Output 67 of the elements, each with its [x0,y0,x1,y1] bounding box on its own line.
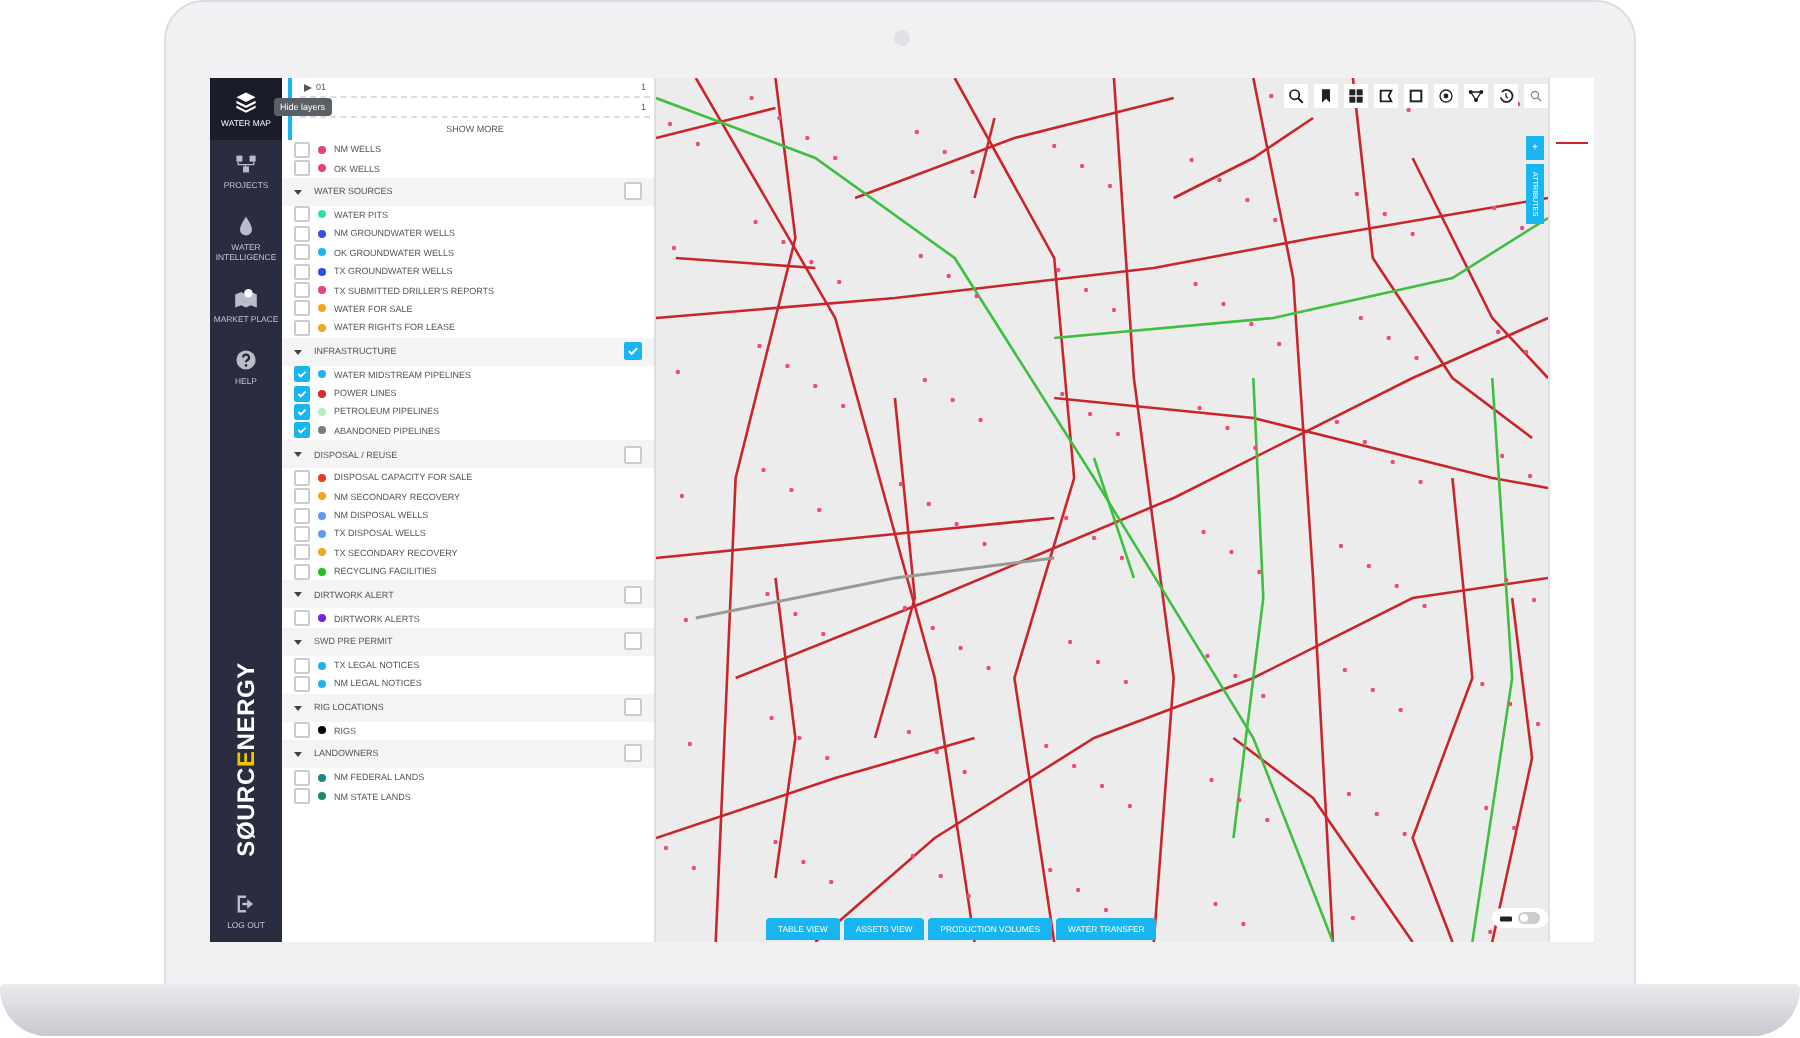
caret-icon [304,83,312,91]
section-checkbox[interactable] [624,585,642,604]
search-icon [1530,90,1542,102]
layer-checkbox[interactable] [294,366,310,383]
help-icon [234,348,258,373]
section-checkbox[interactable] [624,632,642,651]
layer-checkbox[interactable] [294,507,310,524]
map-tool-button[interactable] [1404,84,1428,108]
history-icon [1498,88,1514,104]
layer-checkbox[interactable] [294,657,310,673]
map-tool-button[interactable] [1344,84,1368,108]
layer-checkbox[interactable] [294,206,310,223]
layer-checkbox[interactable] [294,319,310,336]
layer-checkbox[interactable] [294,788,310,805]
layer-checkbox[interactable] [294,263,310,280]
brand-logo: SØURCENERGY [232,661,260,856]
zoom-icon [1288,88,1304,104]
layer-checkbox[interactable] [294,300,310,317]
layer-bar-icon [1500,915,1512,921]
map-tool-button[interactable] [1314,84,1338,108]
section-checkbox[interactable] [624,342,642,361]
target-icon [1438,88,1454,104]
layer-checkbox[interactable] [294,385,310,402]
bookmark-icon [1318,88,1334,104]
section-checkbox[interactable] [624,182,642,201]
layer-checkbox[interactable] [294,488,310,505]
section-checkbox[interactable] [624,698,642,717]
square-icon [1408,88,1424,104]
layer-checkbox[interactable] [294,141,310,158]
caret-icon [294,347,302,356]
layer-checkbox[interactable] [294,160,310,177]
nodes-icon [1468,88,1484,104]
layer-checkbox[interactable] [294,403,310,420]
layer-checkbox[interactable] [294,225,310,242]
network-icon [234,152,258,177]
layer-checkbox[interactable] [294,422,310,439]
layer-checkbox[interactable] [294,610,310,627]
layer-checkbox[interactable] [294,525,310,542]
layer-checkbox[interactable] [294,722,310,739]
grid-icon [1348,88,1364,104]
layer-checkbox[interactable] [294,282,310,299]
section-checkbox[interactable] [624,445,642,464]
map-pin-icon [234,286,258,311]
section-checkbox[interactable] [624,744,642,763]
caret-icon [294,590,302,599]
caret-icon [294,187,302,196]
toggle-switch[interactable] [1518,912,1540,924]
layer-checkbox[interactable] [294,469,310,486]
layer-checkbox[interactable] [294,544,310,561]
caret-icon [294,450,302,459]
polygon-icon [1378,88,1394,104]
caret-icon [294,637,302,646]
logout-icon [234,891,258,916]
layer-checkbox[interactable] [294,244,310,261]
caret-icon [294,749,302,758]
layer-checkbox[interactable] [294,563,310,580]
map-tool-button[interactable] [1434,84,1458,108]
caret-icon [294,703,302,712]
layer-checkbox[interactable] [294,769,310,786]
map-tool-button[interactable] [1284,84,1308,108]
drop-icon [234,214,258,239]
map-tool-button[interactable] [1374,84,1398,108]
layers-icon [234,90,258,114]
map-tool-button[interactable] [1494,84,1518,108]
search-field[interactable] [1524,84,1548,108]
map-tool-button[interactable] [1464,84,1488,108]
layer-checkbox[interactable] [294,675,310,692]
